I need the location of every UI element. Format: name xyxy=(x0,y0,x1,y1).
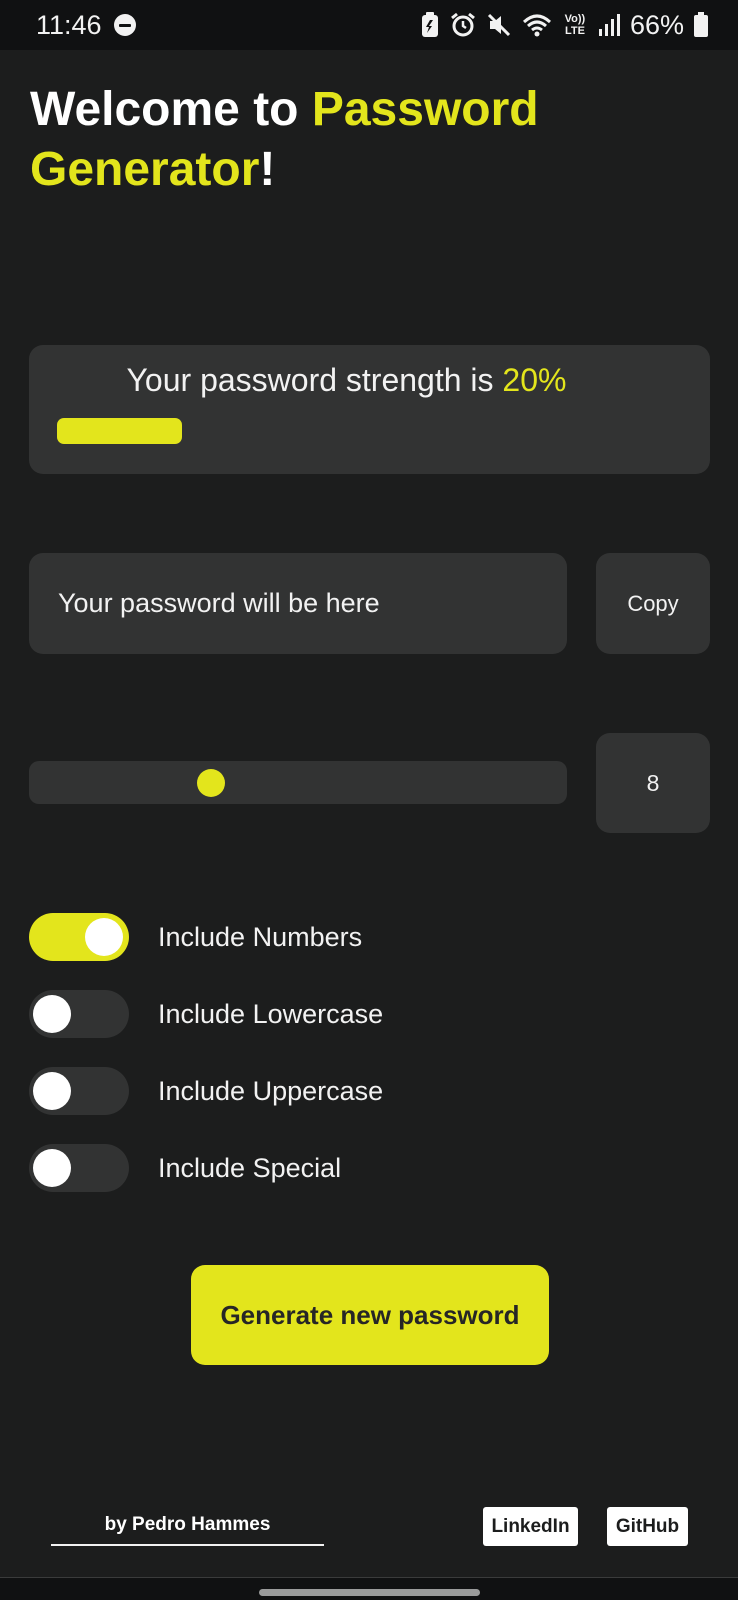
lowercase-toggle[interactable] xyxy=(29,990,129,1038)
uppercase-label: Include Uppercase xyxy=(158,1075,384,1106)
battery-percent: 66% xyxy=(629,9,684,40)
github-button[interactable]: GitHub xyxy=(607,1507,688,1546)
lowercase-label: Include Lowercase xyxy=(158,998,384,1029)
alarm-icon xyxy=(451,12,475,37)
home-indicator[interactable] xyxy=(259,1589,480,1596)
wifi-icon xyxy=(522,14,551,37)
option-uppercase[interactable]: Include Uppercase xyxy=(29,1066,629,1116)
option-special[interactable]: Include Special xyxy=(29,1143,629,1193)
numbers-label: Include Numbers xyxy=(158,921,363,952)
toggle-knob xyxy=(33,1072,71,1110)
author-credit: by Pedro Hammes xyxy=(51,1510,324,1546)
signal-icon xyxy=(598,14,620,36)
page-title: Welcome to Password Generator! xyxy=(30,83,539,196)
option-numbers[interactable]: Include Numbers xyxy=(29,912,629,962)
strength-card: Your password strength is 20% xyxy=(29,345,710,474)
dnd-icon xyxy=(113,14,136,36)
copy-button[interactable]: Copy xyxy=(596,553,710,654)
status-bar: 11:46 Vo)) LTE 66% xyxy=(0,0,738,50)
battery-saver-icon xyxy=(421,12,438,37)
numbers-toggle[interactable] xyxy=(29,913,129,961)
toggle-knob xyxy=(85,918,123,956)
strength-bar xyxy=(57,418,182,444)
slider-thumb[interactable] xyxy=(197,769,225,797)
strength-value: 20% xyxy=(502,362,567,398)
special-toggle[interactable] xyxy=(29,1144,129,1192)
navigation-bar xyxy=(0,1577,738,1600)
password-placeholder: Your password will be here xyxy=(58,588,380,618)
length-value: 8 xyxy=(596,733,710,833)
uppercase-toggle[interactable] xyxy=(29,1067,129,1115)
network-label: Vo)) LTE xyxy=(564,13,586,37)
battery-icon xyxy=(694,12,708,37)
strength-label: Your password strength is 20% xyxy=(126,362,567,398)
mute-icon xyxy=(487,13,511,37)
special-label: Include Special xyxy=(158,1152,342,1183)
toggle-knob xyxy=(33,995,71,1033)
linkedin-button[interactable]: LinkedIn xyxy=(483,1507,578,1546)
status-time: 11:46 xyxy=(36,9,102,40)
length-slider[interactable] xyxy=(29,761,567,804)
toggle-knob xyxy=(33,1149,71,1187)
generate-button[interactable]: Generate new password xyxy=(191,1265,549,1365)
option-lowercase[interactable]: Include Lowercase xyxy=(29,989,629,1039)
password-output[interactable]: Your password will be here xyxy=(29,553,567,654)
